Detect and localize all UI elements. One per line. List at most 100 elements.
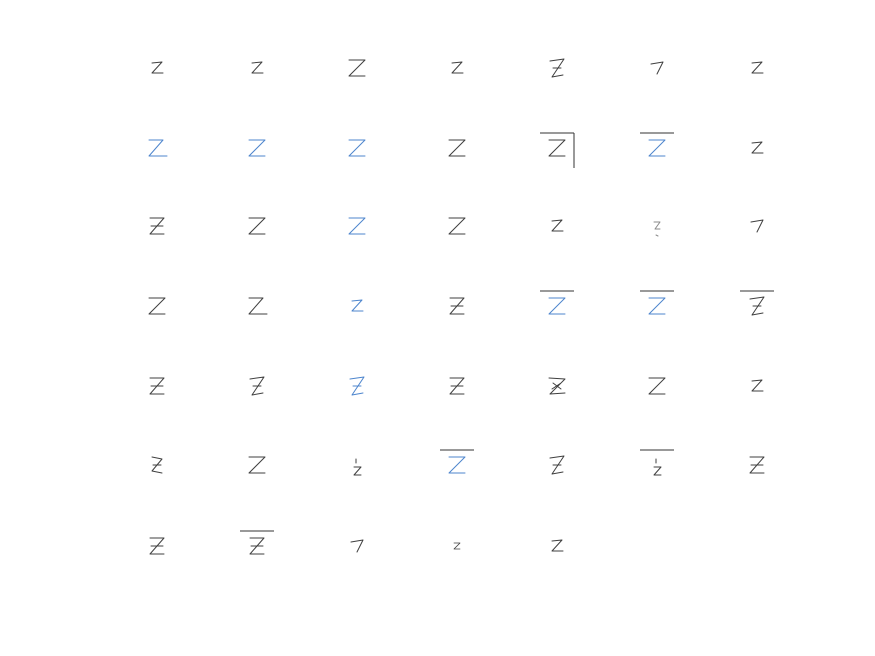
z-glyph-sketch: [451, 61, 464, 74]
z-glyph-sketch: [148, 139, 168, 157]
z-sample-cell: [427, 516, 487, 576]
z-sample-cell: [127, 196, 187, 256]
z-stroke: [149, 377, 165, 395]
z-glyph-sketch: [551, 219, 564, 232]
z-glyph-sketch: [248, 217, 266, 235]
z-glyph-sketch: [348, 217, 366, 235]
z-stroke: [749, 456, 765, 474]
z-glyph-sketch: [740, 290, 774, 316]
z-stroke: [448, 217, 466, 235]
z-glyph-sketch: [251, 61, 264, 74]
z-sample-cell: [627, 276, 687, 336]
z-stroke: [151, 456, 163, 474]
z-glyph-sketch: [349, 376, 365, 396]
z-glyph-sketch: [350, 539, 364, 553]
z-stroke: [648, 377, 666, 395]
z-glyph-sketch: [348, 139, 366, 157]
z-glyph-sketch: [650, 61, 664, 75]
z-sample-cell: [727, 435, 787, 495]
z-glyph-sketch: [751, 379, 764, 392]
z-stroke: [348, 139, 366, 157]
z-glyph-sketch: [448, 217, 466, 235]
z-sample-cell: [527, 196, 587, 256]
z-stroke: [249, 376, 265, 396]
z-stroke: [448, 139, 466, 157]
z-sample-cell: [227, 276, 287, 336]
z-sample-cell: [427, 356, 487, 416]
z-stroke: [648, 139, 666, 157]
z-sample-cell: [627, 356, 687, 416]
z-stroke: [749, 296, 765, 316]
z-glyph-sketch: [149, 377, 165, 395]
z-sample-cell: [527, 516, 587, 576]
z-glyph-sketch: [351, 299, 364, 312]
z-sample-cell: [327, 516, 387, 576]
z-stroke: [548, 377, 566, 395]
z-sample-cell: [227, 516, 287, 576]
z-stroke: [653, 458, 662, 476]
z-glyph-sketch: [549, 455, 565, 475]
z-sample-cell: [627, 118, 687, 178]
z-sample-cell: [227, 38, 287, 98]
z-glyph-sketch: [751, 141, 764, 154]
z-stroke: [251, 61, 264, 74]
z-glyph-sketch: [551, 539, 564, 552]
z-stroke: [449, 377, 465, 395]
z-glyph-sketch: [453, 542, 461, 550]
z-stroke: [751, 61, 764, 74]
z-stroke: [453, 542, 461, 550]
z-sample-cell: [127, 276, 187, 336]
z-glyph-sketch: [751, 61, 764, 74]
z-sample-cell: [327, 276, 387, 336]
z-glyph-sketch: [149, 537, 165, 555]
z-sample-cell: [727, 276, 787, 336]
z-sample-cell: [727, 118, 787, 178]
z-glyph-sketch: [648, 377, 666, 395]
z-glyph-sketch: [749, 456, 765, 474]
z-sample-cell: [327, 196, 387, 256]
z-stroke: [548, 139, 566, 157]
z-sample-cell: [627, 38, 687, 98]
z-stroke: [348, 59, 366, 77]
z-stroke: [750, 219, 764, 233]
z-sample-cell: [227, 118, 287, 178]
z-stroke: [448, 456, 466, 474]
z-sample-cell: [527, 276, 587, 336]
z-glyph-sketch: [750, 219, 764, 233]
z-glyph-sketch: [640, 132, 674, 157]
z-glyph-sketch: [149, 217, 165, 235]
z-stroke: [151, 61, 164, 74]
z-sample-cell: [227, 196, 287, 256]
z-glyph-sketch: [249, 376, 265, 396]
z-stroke: [549, 58, 565, 78]
z-glyph-sketch: [248, 297, 268, 315]
z-glyph-sketch: [540, 290, 574, 315]
z-stroke: [349, 376, 365, 396]
z-glyph-sketch: [148, 297, 166, 315]
z-sample-cell: [527, 38, 587, 98]
z-glyph-sketch: [151, 456, 163, 474]
z-stroke: [248, 139, 266, 157]
z-sample-cell: [727, 356, 787, 416]
z-sample-cell: [327, 118, 387, 178]
z-stroke: [148, 297, 166, 315]
z-sample-cell: [627, 196, 687, 256]
z-stroke: [149, 217, 165, 235]
z-stroke: [548, 297, 566, 315]
z-glyph-sketch: [653, 221, 661, 237]
z-sample-cell: [427, 435, 487, 495]
z-stroke: [248, 456, 266, 474]
z-sample-cell: [127, 516, 187, 576]
z-stroke: [348, 217, 366, 235]
z-glyph-sketch: [353, 458, 362, 476]
z-sample-cell: [627, 435, 687, 495]
z-stroke: [551, 219, 564, 232]
z-stroke: [650, 61, 664, 75]
z-stroke: [353, 458, 362, 476]
z-sample-cell: [727, 196, 787, 256]
z-sample-cell: [327, 356, 387, 416]
z-sample-cell: [527, 356, 587, 416]
z-stroke: [351, 299, 364, 312]
z-glyph-sketch: [448, 139, 466, 157]
z-stroke: [549, 455, 565, 475]
